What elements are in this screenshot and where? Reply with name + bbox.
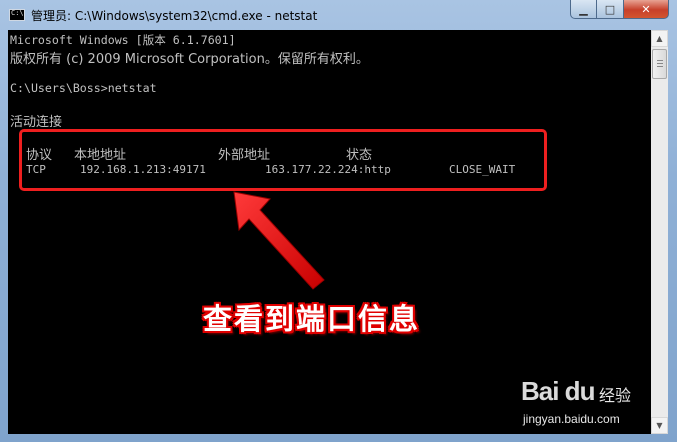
cmd-window: 管理员: C:\Windows\system32\cmd.exe - netst… bbox=[0, 0, 677, 442]
watermark-jingyan: 经验 bbox=[599, 386, 632, 405]
chevron-up-icon: ▲ bbox=[656, 34, 663, 43]
maximize-icon: □ bbox=[604, 2, 616, 16]
window-controls: ▁ □ ✕ bbox=[570, 0, 669, 20]
annotation-text: 查看到端口信息 bbox=[203, 302, 421, 336]
close-button[interactable]: ✕ bbox=[624, 0, 669, 19]
scroll-down-button[interactable]: ▼ bbox=[651, 417, 668, 434]
close-icon: ✕ bbox=[641, 2, 651, 16]
window-title: 管理员: C:\Windows\system32\cmd.exe - netst… bbox=[31, 9, 318, 23]
cmd-icon[interactable] bbox=[9, 9, 25, 21]
maximize-button[interactable]: □ bbox=[597, 0, 624, 19]
baidu-watermark: Bai du 经验 jingyan.baidu.com bbox=[521, 372, 651, 434]
minimize-icon: ▁ bbox=[579, 2, 588, 16]
scroll-up-button[interactable]: ▲ bbox=[651, 30, 668, 47]
scroll-thumb[interactable] bbox=[652, 49, 667, 79]
vertical-scrollbar[interactable]: ▲ ▼ bbox=[651, 30, 668, 434]
chevron-down-icon: ▼ bbox=[656, 421, 663, 430]
minimize-button[interactable]: ▁ bbox=[570, 0, 597, 19]
watermark-logo: Bai du bbox=[521, 376, 595, 406]
title-bar[interactable]: 管理员: C:\Windows\system32\cmd.exe - netst… bbox=[0, 0, 677, 30]
watermark-url: jingyan.baidu.com bbox=[523, 412, 620, 426]
